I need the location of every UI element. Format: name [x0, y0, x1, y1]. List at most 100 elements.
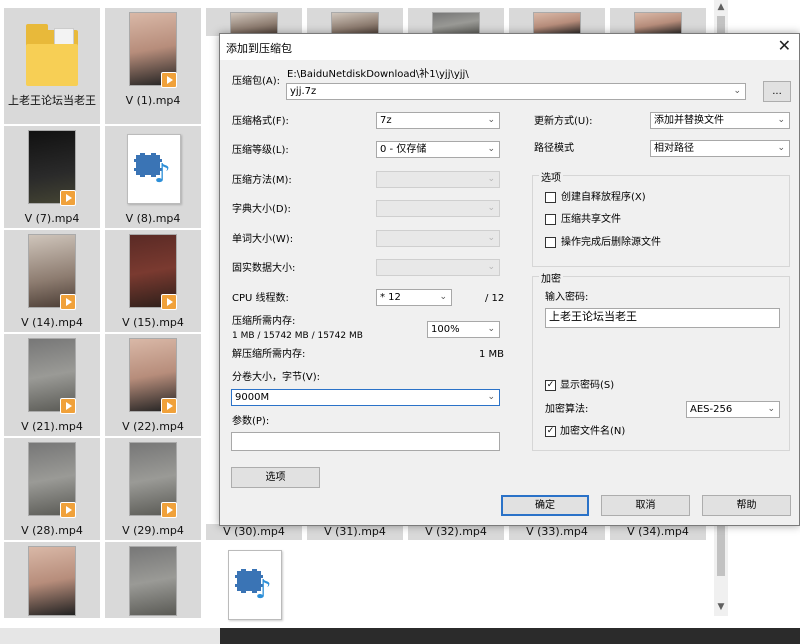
- chevron-down-icon: ⌄: [767, 404, 775, 414]
- archive-name-value: yjj.7z: [290, 86, 317, 97]
- password-input[interactable]: 上老王论坛当老王: [545, 308, 780, 328]
- media-file-icon: ♪: [228, 550, 282, 620]
- file-tile[interactable]: [408, 8, 504, 36]
- close-icon[interactable]: ✕: [778, 36, 791, 56]
- encryption-method-value: AES-256: [690, 404, 733, 415]
- level-select[interactable]: 0 - 仅存储 ⌄: [376, 141, 500, 158]
- file-label: V (33).mp4: [526, 525, 588, 538]
- volume-size-label: 分卷大小，字节(V):: [232, 372, 321, 383]
- word-size-select: ⌄: [376, 230, 500, 247]
- dictionary-select: ⌄: [376, 200, 500, 217]
- video-play-icon: [60, 190, 76, 206]
- delete-after-checkbox[interactable]: [545, 237, 556, 248]
- browse-button[interactable]: ...: [763, 81, 791, 102]
- format-select[interactable]: 7z ⌄: [376, 112, 500, 129]
- file-tile[interactable]: V (33).mp4: [509, 524, 605, 540]
- file-tile[interactable]: V (1).mp4: [105, 8, 201, 124]
- file-tile[interactable]: V (32).mp4: [408, 524, 504, 540]
- chevron-down-icon: ⌄: [487, 144, 495, 154]
- cpu-threads-total: / 12: [485, 293, 505, 304]
- options-button[interactable]: 选项: [231, 467, 320, 488]
- file-label: V (29).mp4: [122, 524, 184, 537]
- video-play-icon: [161, 502, 177, 518]
- memory-detail: 1 MB / 15742 MB / 15742 MB: [232, 331, 363, 341]
- file-tile[interactable]: [307, 8, 403, 36]
- file-tile[interactable]: [105, 542, 201, 618]
- options-group-title: 选项: [539, 169, 563, 184]
- file-tile[interactable]: ♪: [206, 542, 302, 620]
- parameters-label: 参数(P):: [232, 416, 270, 427]
- memory-percent-select[interactable]: 100% ⌄: [427, 321, 500, 338]
- file-tile[interactable]: V (28).mp4: [4, 438, 100, 540]
- path-mode-value: 相对路径: [654, 143, 694, 154]
- cancel-button[interactable]: 取消: [601, 495, 690, 516]
- sfx-checkbox[interactable]: [545, 192, 556, 203]
- dictionary-label: 字典大小(D):: [232, 204, 291, 215]
- encrypt-names-label: 加密文件名(N): [560, 426, 626, 437]
- shared-files-checkbox[interactable]: [545, 214, 556, 225]
- update-mode-value: 添加并替换文件: [654, 115, 724, 126]
- archive-label: 压缩包(A):: [232, 76, 281, 87]
- scroll-up-icon[interactable]: ▲: [714, 0, 728, 14]
- chevron-down-icon: ⌄: [439, 292, 447, 302]
- parameters-input[interactable]: [231, 432, 500, 451]
- encrypt-names-checkbox[interactable]: ✓: [545, 426, 556, 437]
- video-thumbnail: [28, 546, 76, 616]
- encryption-method-select[interactable]: AES-256 ⌄: [686, 401, 780, 418]
- file-tile[interactable]: V (7).mp4: [4, 126, 100, 228]
- help-button[interactable]: 帮助: [702, 495, 791, 516]
- file-tile[interactable]: [509, 8, 605, 36]
- file-tile-folder[interactable]: 上老王论坛当老王: [4, 8, 100, 124]
- archive-directory: E:\BaiduNetdiskDownload\补1\yjj\yjj\: [287, 69, 469, 80]
- file-label: V (31).mp4: [324, 525, 386, 538]
- path-mode-label: 路径模式: [534, 143, 574, 154]
- chevron-down-icon: ⌄: [777, 143, 785, 153]
- file-tile[interactable]: V (22).mp4: [105, 334, 201, 436]
- file-tile[interactable]: ♪ V (8).mp4: [105, 126, 201, 228]
- file-tile[interactable]: [610, 8, 706, 36]
- path-mode-select[interactable]: 相对路径 ⌄: [650, 140, 790, 157]
- file-tile[interactable]: V (29).mp4: [105, 438, 201, 540]
- decompress-memory-value: 1 MB: [479, 349, 505, 360]
- file-tile[interactable]: V (15).mp4: [105, 230, 201, 332]
- update-mode-select[interactable]: 添加并替换文件 ⌄: [650, 112, 790, 129]
- solid-size-label: 固实数据大小:: [232, 263, 296, 274]
- file-tile[interactable]: V (14).mp4: [4, 230, 100, 332]
- volume-size-combo[interactable]: 9000M ⌄: [231, 389, 500, 406]
- show-password-label: 显示密码(S): [560, 380, 615, 391]
- video-play-icon: [60, 502, 76, 518]
- video-play-icon: [60, 294, 76, 310]
- video-play-icon: [161, 398, 177, 414]
- sfx-label: 创建自释放程序(X): [561, 192, 646, 203]
- chevron-down-icon: ⌄: [487, 392, 495, 402]
- file-tile[interactable]: V (31).mp4: [307, 524, 403, 540]
- ok-button[interactable]: 确定: [501, 495, 589, 516]
- delete-after-label: 操作完成后删除源文件: [561, 237, 661, 248]
- add-to-archive-dialog: 添加到压缩包 ✕ 压缩包(A): E:\BaiduNetdiskDownload…: [219, 33, 800, 526]
- video-thumbnail: [129, 546, 177, 616]
- scroll-down-icon[interactable]: ▼: [714, 600, 728, 614]
- memory-percent-value: 100%: [431, 324, 460, 335]
- method-select: ⌄: [376, 171, 500, 188]
- file-tile[interactable]: [4, 542, 100, 618]
- file-tile[interactable]: [206, 8, 302, 36]
- video-play-icon: [161, 294, 177, 310]
- format-value: 7z: [380, 115, 392, 126]
- file-label: V (7).mp4: [24, 212, 80, 225]
- video-play-icon: [60, 398, 76, 414]
- encryption-method-label: 加密算法:: [545, 404, 589, 415]
- dialog-titlebar: 添加到压缩包 ✕: [220, 34, 799, 60]
- memory-label: 压缩所需内存:: [232, 316, 296, 327]
- file-tile[interactable]: V (34).mp4: [610, 524, 706, 540]
- file-tile[interactable]: V (30).mp4: [206, 524, 302, 540]
- file-label: V (28).mp4: [21, 524, 83, 537]
- archive-name-combo[interactable]: yjj.7z ⌄: [286, 83, 746, 100]
- level-label: 压缩等级(L):: [232, 145, 289, 156]
- cpu-threads-select[interactable]: * 12 ⌄: [376, 289, 452, 306]
- file-label: V (21).mp4: [21, 420, 83, 433]
- show-password-checkbox[interactable]: ✓: [545, 380, 556, 391]
- taskbar-strip: [0, 628, 800, 644]
- file-tile[interactable]: V (21).mp4: [4, 334, 100, 436]
- encryption-group: 加密 输入密码: 上老王论坛当老王 ✓ 显示密码(S) 加密算法: AES-25…: [532, 270, 790, 451]
- media-file-icon: ♪: [127, 134, 181, 204]
